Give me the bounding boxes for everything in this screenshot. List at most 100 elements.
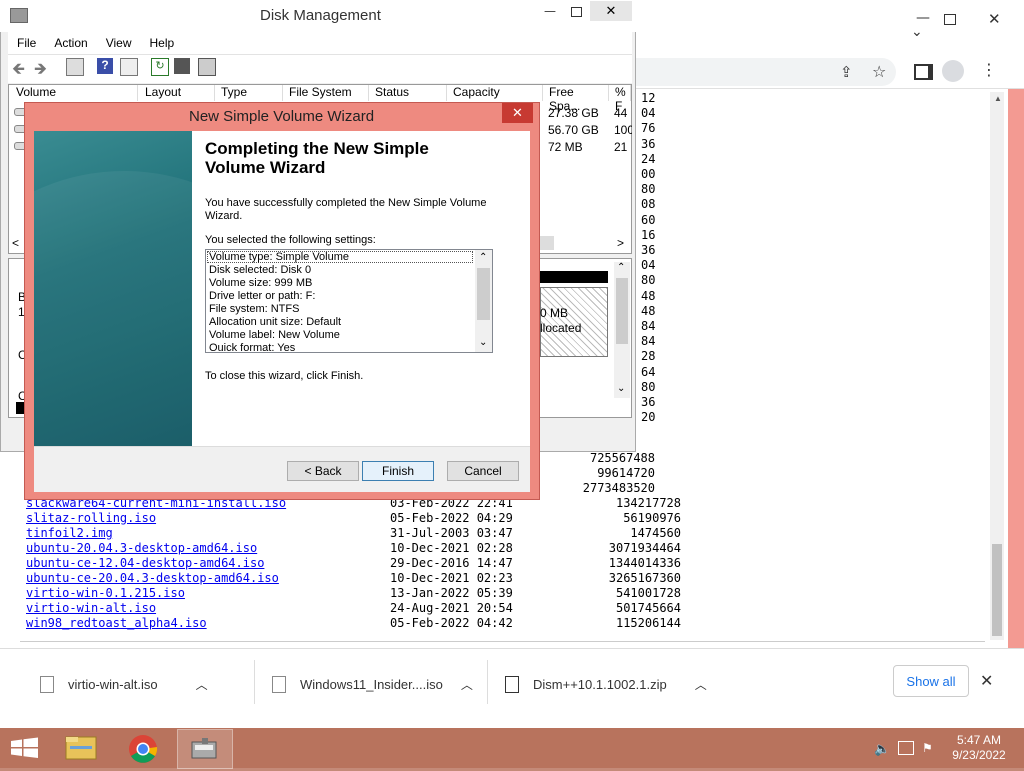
menu-action[interactable]: Action [45,36,96,50]
menu-view[interactable]: View [97,36,141,50]
side-panel-icon[interactable] [914,64,933,80]
browser-toolbar: ⇪ ☆ ⋮ [636,56,1024,89]
download-filename: virtio-win-alt.iso [68,676,158,692]
scroll-right-icon[interactable]: > [617,236,624,250]
scroll-up-icon[interactable]: ⌃ [479,252,487,263]
column-header[interactable]: % F [609,85,631,113]
scroll-down-icon[interactable]: ⌄ [479,337,487,348]
chevron-up-icon[interactable]: ︿ [461,676,473,693]
file-date: 05-Feb-2022 04:29 [390,511,513,525]
menu-file[interactable]: File [8,36,45,50]
download-item[interactable]: virtio-win-alt.iso ︿ [40,664,208,704]
setting-line: File system: NTFS [209,303,300,315]
chevron-up-icon[interactable]: ︿ [196,676,208,693]
help-icon[interactable]: ? [97,58,113,74]
start-button[interactable] [0,729,54,767]
refresh-icon[interactable]: ↻ [151,58,169,76]
taskbar-chrome[interactable] [118,729,172,767]
address-bar[interactable] [636,58,896,86]
file-link[interactable]: win98_redtoast_alpha4.iso [26,616,207,630]
file-link[interactable]: ubuntu-ce-12.04-desktop-amd64.iso [26,556,264,570]
download-filename: Windows11_Insider....iso [300,676,443,692]
column-header[interactable]: Capacity [447,85,543,101]
menu-help[interactable]: Help [141,36,184,50]
forward-arrow-icon[interactable]: 🡺 [34,58,50,78]
download-filename: Dism++10.1.1002.1.zip [533,676,667,692]
chevron-up-icon[interactable]: ︿ [695,676,707,693]
file-link[interactable]: virtio-win-0.1.215.iso [26,586,185,600]
chevron-down-icon[interactable]: ⌄ [911,24,923,40]
column-header[interactable]: Status [369,85,447,101]
scroll-up-icon[interactable]: ⌃ [617,262,625,273]
disk-pane-scroll-thumb[interactable] [616,278,628,344]
profile-avatar-icon[interactable] [942,60,964,82]
clock[interactable]: 5:47 AM 9/23/2022 [948,733,1010,763]
download-item[interactable]: Dism++10.1.1002.1.zip ︿ [505,664,707,704]
wizard-close-button[interactable]: ✕ [502,103,533,123]
scroll-down-icon[interactable]: ⌄ [617,383,625,394]
flag-icon[interactable]: ⚑ [922,741,933,755]
disk-management-app-icon [10,8,28,23]
close-button[interactable]: ✕ [590,1,632,21]
percent-free-value: 44 [614,106,628,120]
intro-line: Wizard. [205,210,243,222]
share-icon[interactable]: ⇪ [840,63,853,81]
minimize-icon[interactable]: — [544,4,556,18]
settings-scroll-thumb[interactable] [477,268,490,320]
close-icon[interactable]: ✕ [988,10,1001,28]
truncated-size-value: 16 [641,227,656,242]
finish-button[interactable]: Finish [362,461,434,481]
setting-line: Allocation unit size: Default [209,316,342,328]
column-header[interactable]: Layout [139,85,215,101]
truncated-size-value: 64 [641,364,656,379]
intro-line: You have successfully completed the New … [205,197,487,209]
truncated-size-value: 60 [641,212,656,227]
file-link[interactable]: ubuntu-ce-20.04.3-desktop-amd64.iso [26,571,279,585]
scroll-up-icon[interactable]: ▲ [994,94,1002,103]
file-icon [40,675,54,693]
rescan-icon[interactable] [174,58,190,74]
file-date: 05-Feb-2022 04:42 [390,616,513,630]
network-icon[interactable] [898,741,914,755]
truncated-size-value: 20 [641,410,656,425]
column-header[interactable]: Volume [10,85,138,101]
close-icon: ✕ [605,3,617,18]
kebab-menu-icon[interactable]: ⋮ [981,60,997,79]
maximize-icon[interactable] [944,14,956,25]
file-link[interactable]: slitaz-rolling.iso [26,511,156,525]
h-scroll-thumb[interactable] [540,236,554,250]
taskbar-file-explorer[interactable] [56,729,110,767]
file-link[interactable]: ubuntu-20.04.3-desktop-amd64.iso [26,541,257,555]
cancel-button[interactable]: Cancel [447,461,519,481]
truncated-size-value: 24 [641,151,656,166]
truncated-size-value: 28 [641,349,656,364]
minimize-icon[interactable]: — [916,10,930,26]
download-item[interactable]: Windows11_Insider....iso ︿ [272,664,473,704]
file-link[interactable]: tinfoil2.img [26,526,113,540]
show-all-button[interactable]: Show all [893,665,969,697]
maximize-icon[interactable] [571,7,582,17]
column-header[interactable]: Free Spa... [543,85,609,113]
star-icon[interactable]: ☆ [872,62,886,81]
scroll-left-icon[interactable]: < [12,236,19,250]
volume-muted-icon[interactable]: 🔈 [874,741,890,757]
size-value: 99614720 [597,466,655,480]
window-title: Disk Management [260,7,381,24]
settings-icon[interactable] [198,58,216,76]
wizard-titlebar: New Simple Volume Wizard [24,102,540,130]
taskbar-disk-management[interactable] [177,729,233,769]
column-header[interactable]: Type [215,85,283,101]
file-link[interactable]: virtio-win-alt.iso [26,601,156,615]
back-button[interactable]: < Back [287,461,359,481]
column-header[interactable]: File System [283,85,369,101]
back-arrow-icon[interactable]: 🡸 [12,58,28,78]
settings-label: You selected the following settings: [205,234,376,246]
file-size: 3265167360 [608,571,681,585]
setting-line: Disk selected: Disk 0 [209,264,312,276]
properties-icon[interactable] [120,58,138,76]
console-tree-icon[interactable] [66,58,84,76]
scroll-thumb[interactable] [992,544,1002,636]
unallocated-header-bar [540,271,608,283]
close-download-bar-icon[interactable]: ✕ [980,671,993,690]
truncated-size-value: 36 [641,136,656,151]
